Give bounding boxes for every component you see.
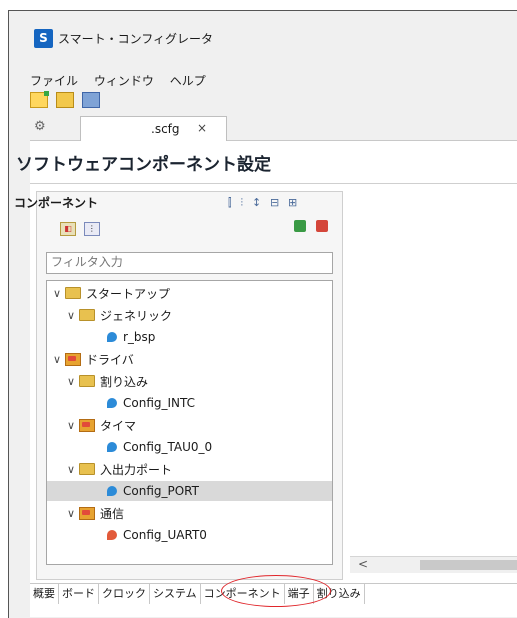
tree-item-label: Config_INTC xyxy=(123,396,196,410)
package-folder-icon xyxy=(79,418,95,432)
window-title: スマート・コンフィグレータ xyxy=(58,32,214,46)
minimize-icon[interactable]: ⊟ xyxy=(270,196,279,209)
menu-bar: ファイル ウィンドウ ヘルプ xyxy=(30,72,218,89)
new-file-icon[interactable] xyxy=(30,91,49,108)
header-divider xyxy=(30,183,517,184)
hierarchy-view-icon[interactable]: ⋮ xyxy=(83,222,100,236)
menu-help[interactable]: ヘルプ xyxy=(170,74,206,88)
folder-icon xyxy=(79,309,95,321)
component-icon xyxy=(107,530,117,540)
tree-item[interactable]: ∨ ドライバ xyxy=(47,349,332,369)
menu-file[interactable]: ファイル xyxy=(30,74,78,88)
component-icon xyxy=(107,442,117,452)
chevron-down-icon[interactable]: ∨ xyxy=(53,353,65,366)
add-component-icon[interactable] xyxy=(294,220,306,232)
category-view-icon[interactable]: ◧ xyxy=(60,222,76,236)
maximize-icon[interactable]: ⊞ xyxy=(288,196,297,209)
close-icon[interactable]: × xyxy=(197,121,207,135)
editor-tab-label: .scfg xyxy=(151,122,180,136)
expand-tree-icon[interactable]: ⫶ xyxy=(240,196,243,210)
page-tab[interactable]: クロック xyxy=(99,584,150,604)
tree-item-label: r_bsp xyxy=(123,330,156,344)
tree-item-label: Config_UART0 xyxy=(123,528,207,542)
chevron-down-icon[interactable]: ∨ xyxy=(67,419,79,432)
tree-item-label: ドライバ xyxy=(86,352,134,367)
tree-item-label: 割り込み xyxy=(100,374,149,389)
tree-item[interactable]: ∨ スタートアップ xyxy=(47,283,332,303)
app-logo-icon: S xyxy=(34,29,53,48)
panel-toolbar: ⫿ ⫶ ↕ ⊟ ⊞ xyxy=(228,195,302,210)
main-toolbar xyxy=(30,91,104,110)
filter-box xyxy=(46,252,335,274)
chevron-down-icon[interactable]: ∨ xyxy=(67,309,79,322)
view-mode-toolbar: ◧ ⋮ xyxy=(60,220,100,236)
sort-icon[interactable]: ↕ xyxy=(252,196,261,209)
tree-item-label: タイマ xyxy=(100,418,137,433)
page-tab[interactable]: ボード xyxy=(59,584,99,604)
tree-item-label: Config_PORT xyxy=(123,484,199,498)
tree-item[interactable]: Config_PORT xyxy=(47,481,332,501)
folder-icon xyxy=(79,463,95,475)
tree-item[interactable]: ∨ ジェネリック xyxy=(47,305,332,325)
tree-item[interactable]: ∨ 入出力ポート xyxy=(47,459,332,479)
chevron-down-icon[interactable]: ∨ xyxy=(67,507,79,520)
horizontal-scrollbar[interactable]: < xyxy=(350,556,517,573)
open-folder-icon[interactable] xyxy=(55,92,74,108)
folder-icon xyxy=(65,287,81,299)
collapse-tree-icon[interactable]: ⫿ xyxy=(228,196,232,210)
highlight-circle xyxy=(221,575,331,607)
scroll-left-icon[interactable]: < xyxy=(358,557,368,571)
save-icon[interactable] xyxy=(81,92,100,108)
editor-tab-scfg[interactable]: .scfg × xyxy=(80,116,227,141)
chevron-down-icon[interactable]: ∨ xyxy=(67,375,79,388)
component-icon xyxy=(107,398,117,408)
tree-item[interactable]: ∨ 通信 xyxy=(47,503,332,523)
component-actions xyxy=(288,220,328,235)
tree-item-label: 入出力ポート xyxy=(100,462,173,477)
filter-input[interactable] xyxy=(47,253,335,271)
scrollbar-thumb[interactable] xyxy=(420,560,517,570)
chevron-down-icon[interactable]: ∨ xyxy=(67,463,79,476)
panel-title: コンポーネント xyxy=(14,196,99,210)
component-icon xyxy=(107,332,117,342)
tree-item-label: ジェネリック xyxy=(100,308,173,323)
tree-item[interactable]: Config_UART0 xyxy=(47,525,332,545)
tree-item[interactable]: Config_TAU0_0 xyxy=(47,437,332,457)
package-folder-icon xyxy=(79,506,95,520)
gear-icon: ⚙ xyxy=(34,119,46,134)
folder-icon xyxy=(79,375,95,387)
component-icon xyxy=(107,486,117,496)
component-tree: ∨ スタートアップ ∨ ジェネリック r_bsp ∨ ドライバ ∨ 割り込み Config_INT… xyxy=(46,280,333,565)
editor-tab-row: ⚙ .scfg × xyxy=(30,116,517,141)
tree-item[interactable]: Config_INTC xyxy=(47,393,332,413)
menu-window[interactable]: ウィンドウ xyxy=(94,74,154,88)
chevron-down-icon[interactable]: ∨ xyxy=(53,287,65,300)
page-tab[interactable]: 概要 xyxy=(30,584,59,604)
page-tab[interactable]: システム xyxy=(150,584,201,604)
tree-item-label: Config_TAU0_0 xyxy=(123,440,213,454)
tree-item[interactable]: ∨ タイマ xyxy=(47,415,332,435)
remove-component-icon[interactable] xyxy=(315,220,328,232)
package-folder-icon xyxy=(65,352,81,366)
page-title: ソフトウェアコンポーネント設定 xyxy=(16,155,271,175)
tree-item[interactable]: ∨ 割り込み xyxy=(47,371,332,391)
tree-item[interactable]: r_bsp xyxy=(47,327,332,347)
tree-item-label: 通信 xyxy=(100,506,125,521)
tree-item-label: スタートアップ xyxy=(86,286,171,301)
